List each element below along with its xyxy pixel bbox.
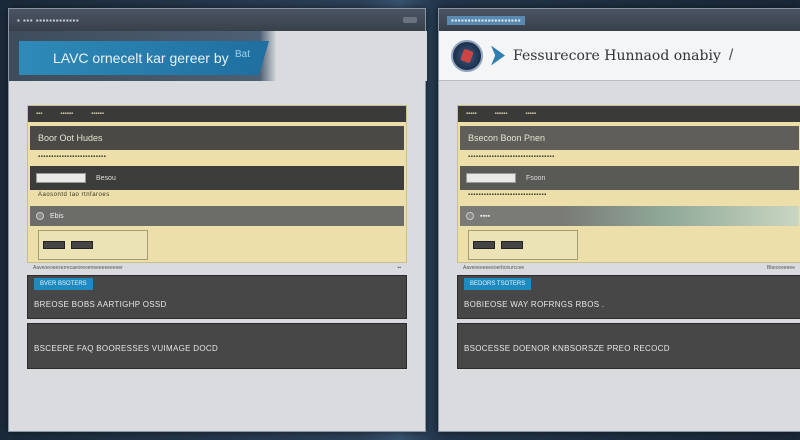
left-field-label: Besou [96,174,116,182]
left-meta-right: ▪▪ [397,265,401,271]
left-banner-title: LAVC ornecelt kar gereer by [19,41,269,75]
left-select-label: Ebis [50,212,64,220]
left-panel-2[interactable]: BSCEERE FAQ BOORESSES VUIMAGE DOCD [27,323,407,369]
right-meta-right: Bbeceeeeee [766,265,795,271]
right-window: ▪▪▪▪▪▪▪▪▪▪▪▪▪▪▪▪▪▪▪▪▪ Fessurecore Hunnao… [438,8,800,432]
left-banner-subtitle: Bat [235,49,251,60]
form-header-item[interactable]: ▪▪▪▪▪ [466,111,477,117]
form-header-item[interactable]: ▪▪▪▪▪ [525,111,536,117]
right-titlebar-text: ▪▪▪▪▪▪▪▪▪▪▪▪▪▪▪▪▪▪▪▪▪ [447,15,526,25]
left-form-label: ▪▪▪▪▪▪▪▪▪▪▪▪▪▪▪▪▪▪▪▪▪▪▪▪▪▪ [38,154,107,160]
right-form: ▪▪▪▪▪ ▪▪▪▪▪▪ ▪▪▪▪▪ Bsecon Boon Pnen ▪▪▪▪… [457,105,800,263]
left-panel-1-text: BREOSE BOBS AARTIGHP OSSD [34,300,167,309]
right-panel-1[interactable]: BEDORS TSOTERS BOBIEOSE WAY ROFRNGS RBOS… [457,275,800,319]
left-panel-1[interactable]: BVER BSOTERS BREOSE BOBS AARTIGHP OSSD [27,275,407,319]
left-form-header: ▪▪▪ ▪▪▪▪▪▪ ▪▪▪▪▪▪ [28,106,406,122]
form-header-item[interactable]: ▪▪▪ [36,111,42,117]
left-window: ▪ ▪▪▪ ▪▪▪▪▪▪▪▪▪▪▪▪▪ LAVC ornecelt kar ge… [8,8,427,432]
left-form-label-2: Aaosontd tao rtnfaroes [38,192,110,198]
left-select-row[interactable]: Ebis [30,206,404,226]
left-banner: LAVC ornecelt kar gereer by Bat [9,31,427,81]
right-control-button[interactable] [473,241,495,249]
form-header-item[interactable]: ▪▪▪▪▪▪ [91,111,104,117]
right-form-label: ▪▪▪▪▪▪▪▪▪▪▪▪▪▪▪▪▪▪▪▪▪▪▪▪▪▪▪▪▪▪▪▪▪ [468,154,555,160]
right-form-header: ▪▪▪▪▪ ▪▪▪▪▪▪ ▪▪▪▪▪ [458,106,800,122]
form-header-item[interactable]: ▪▪▪▪▪▪ [60,111,73,117]
left-form-title: Boor Oot Hudes [38,133,103,143]
right-form-label-2: ▪▪▪▪▪▪▪▪▪▪▪▪▪▪▪▪▪▪▪▪▪▪▪▪▪▪▪▪▪▪ [468,192,547,198]
left-form: ▪▪▪ ▪▪▪▪▪▪ ▪▪▪▪▪▪ Boor Oot Hudes ▪▪▪▪▪▪▪… [27,105,407,263]
radio-icon[interactable] [466,212,474,220]
left-panel-tag[interactable]: BVER BSOTERS [34,278,93,290]
right-text-input[interactable] [466,173,516,183]
left-titlebar: ▪ ▪▪▪ ▪▪▪▪▪▪▪▪▪▪▪▪▪ [9,9,425,31]
right-form-field-row: Fsoon [460,166,799,190]
left-panel-2-text: BSCEERE FAQ BOORESSES VUIMAGE DOCD [34,344,219,353]
right-meta-text: Aaveoeeeeeeoerbceurccee [463,265,525,271]
right-banner-title: Fessurecore Hunnaod onabiy [513,47,721,64]
right-panel-tag[interactable]: BEDORS TSOTERS [464,278,532,290]
left-control-button-2[interactable] [71,241,93,249]
right-banner-slash: / [728,46,734,64]
right-select-row[interactable]: ▪▪▪▪ [460,206,799,226]
left-form-title-row[interactable]: Boor Oot Hudes [30,126,404,150]
right-banner: Fessurecore Hunnaod onabiy / [439,31,800,81]
right-control-button-2[interactable] [501,241,523,249]
right-meta-row: Aaveoeeeeeeoerbceurccee Bbeceeeeee [457,265,800,273]
right-select-label: ▪▪▪▪ [480,212,490,220]
window-controls-icon[interactable] [403,17,417,23]
left-meta-row: Aaveoeoeeserrecaeoreoeneeeeeeeeeer ▪▪ [27,265,407,273]
right-form-title-row[interactable]: Bsecon Boon Pnen [460,126,799,150]
left-meta-text: Aaveoeoeeserrecaeoreoeneeeeeeeeeer [33,265,123,271]
right-panel-2-text: BSOCESSE DOENOR KNBSORSZE PREO RECOCD [464,344,670,353]
left-form-field-row: Besou [30,166,404,190]
left-titlebar-text: ▪ ▪▪▪ ▪▪▪▪▪▪▪▪▪▪▪▪▪ [17,15,80,25]
right-controls-box [468,230,578,260]
left-controls-box [38,230,148,260]
right-panel-2[interactable]: BSOCESSE DOENOR KNBSORSZE PREO RECOCD [457,323,800,369]
right-titlebar: ▪▪▪▪▪▪▪▪▪▪▪▪▪▪▪▪▪▪▪▪▪ [439,9,800,31]
radio-icon[interactable] [36,212,44,220]
right-form-title: Bsecon Boon Pnen [468,133,546,143]
form-header-item[interactable]: ▪▪▪▪▪▪ [495,111,508,117]
left-text-input[interactable] [36,173,86,183]
seal-logo-icon [451,39,483,72]
chevron-logo-icon [491,45,505,66]
right-panel-1-text: BOBIEOSE WAY ROFRNGS RBOS . [464,300,605,309]
left-control-button[interactable] [43,241,65,249]
right-field-label: Fsoon [526,174,546,182]
